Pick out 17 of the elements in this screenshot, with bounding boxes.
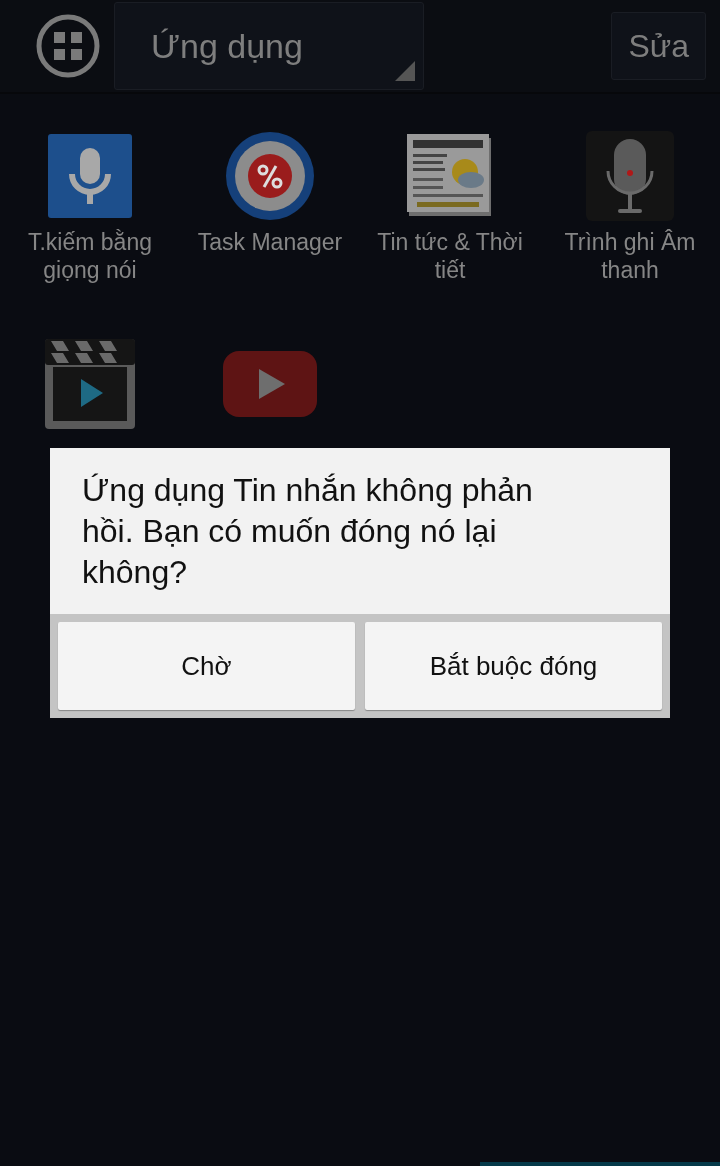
dialog-message: Ứng dụng Tin nhắn không phản hồi. Bạn có muốn đóng nó lại không?: [50, 448, 670, 614]
app-label[interactable]: Trình ghi Âm thanh: [541, 228, 719, 284]
category-dropdown[interactable]: Ứng dụng: [114, 2, 424, 90]
apps-grid-icon[interactable]: [36, 14, 100, 78]
dialog-button[interactable]: Bắt buộc đóng: [365, 622, 662, 710]
microphone-icon: [586, 131, 674, 221]
app-label[interactable]: T.kiếm bằng giọng nói: [1, 228, 179, 284]
microphone-icon: [48, 134, 132, 218]
percent-target-icon: [226, 132, 314, 220]
app-label[interactable]: Tin tức & Thời tiết: [361, 228, 539, 284]
dropdown-corner-icon: [395, 61, 415, 81]
edit-button[interactable]: Sửa: [611, 12, 706, 80]
clapperboard-icon: [45, 339, 135, 429]
newspaper-icon: [407, 134, 493, 218]
play-button-icon: [223, 351, 317, 417]
app-label[interactable]: Task Manager: [181, 228, 359, 256]
dialog-button[interactable]: Chờ: [58, 622, 355, 710]
